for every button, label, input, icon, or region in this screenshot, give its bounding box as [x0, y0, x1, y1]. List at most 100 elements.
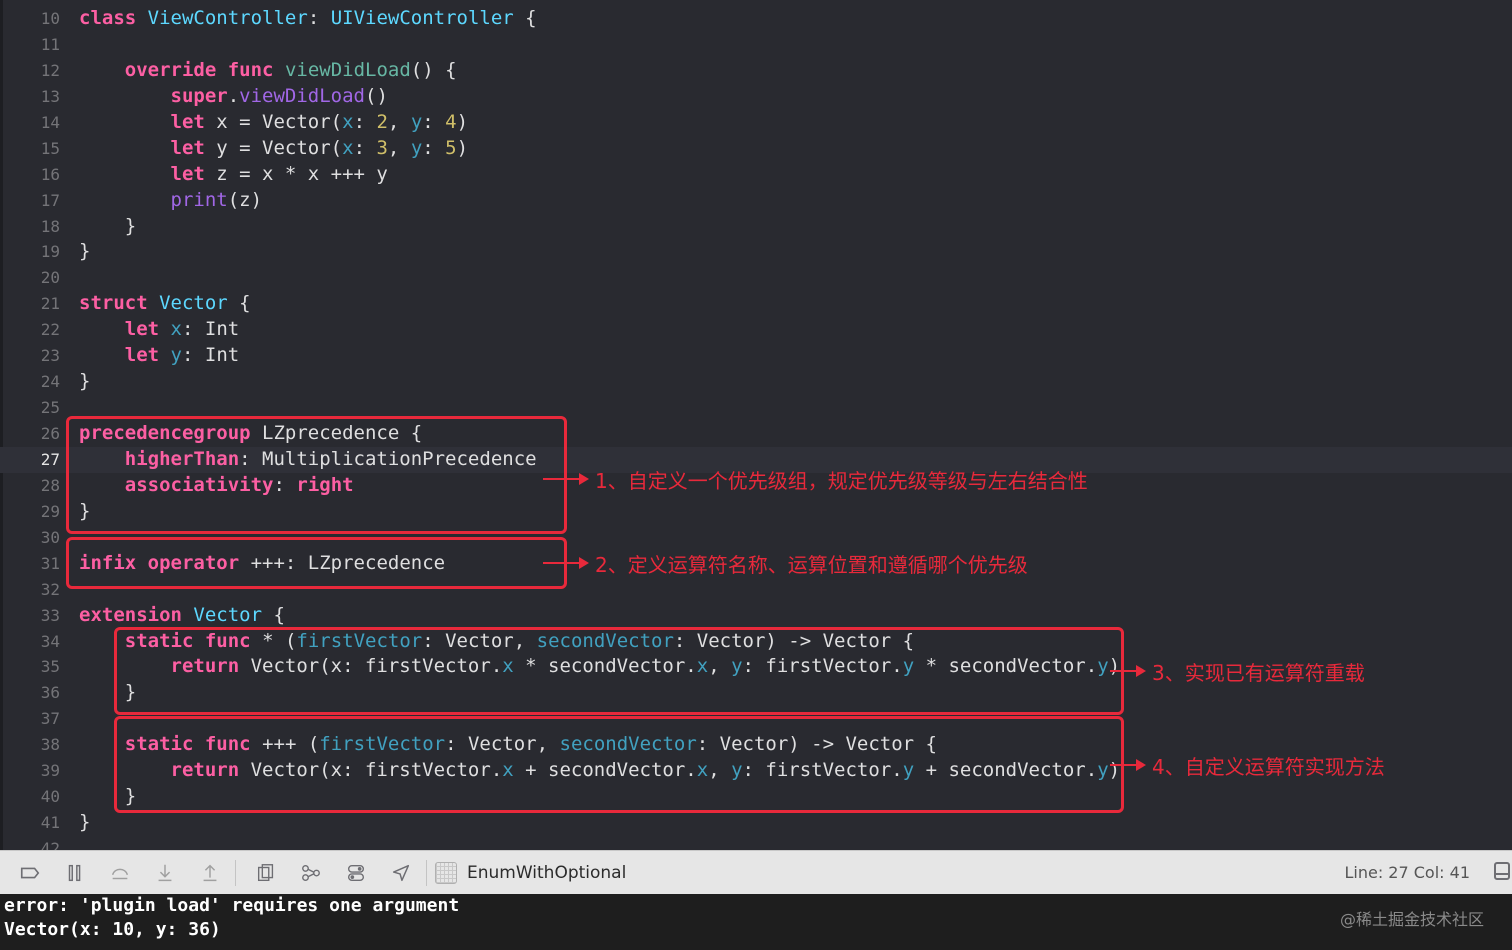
line-number: 22 — [40, 320, 60, 340]
code-token: (z) — [227, 188, 263, 211]
code-line[interactable]: 15 let y = Vector(x: 3, y: 5) — [0, 136, 1512, 162]
step-out-icon[interactable] — [195, 858, 225, 888]
line-source: struct Vector { — [79, 291, 251, 317]
code-token: } — [79, 811, 91, 834]
memory-graph-icon[interactable] — [296, 858, 326, 888]
highlight-box-custom-operator-impl — [114, 716, 1124, 813]
line-number: 12 — [40, 60, 60, 80]
line-number: 23 — [40, 346, 60, 366]
code-token: ) — [456, 110, 469, 133]
code-line[interactable]: 24} — [0, 369, 1512, 395]
code-token: } — [79, 214, 137, 237]
code-token: . — [227, 84, 240, 107]
line-number: 16 — [40, 164, 60, 184]
code-token: let — [170, 136, 205, 159]
arrow-icon — [543, 473, 589, 485]
code-line[interactable]: 41} — [0, 810, 1512, 836]
code-editor[interactable]: 10 class ViewController: UIViewController… — [0, 0, 1512, 850]
code-line[interactable]: 13 super.viewDidLoad() — [0, 84, 1512, 110]
line-number: 35 — [40, 657, 60, 677]
code-token: struct — [79, 292, 148, 315]
line-source: } — [79, 239, 90, 265]
debug-bar: EnumWithOptional Line: 27 Col: 41 — [0, 850, 1512, 894]
step-into-icon[interactable] — [150, 858, 180, 888]
code-token: x — [342, 136, 354, 159]
code-line[interactable]: 10 class ViewController: UIViewController… — [0, 6, 1512, 32]
line-number: 24 — [40, 372, 60, 392]
line-source: extension Vector { — [79, 603, 285, 629]
code-token: x = Vector( — [204, 110, 343, 133]
annotation-1: 1、自定义一个优先级组，规定优先级等级与左右结合性 — [543, 466, 1088, 493]
annotation-3-text: 3、实现已有运算符重载 — [1152, 660, 1365, 685]
code-token: } — [79, 240, 91, 263]
line-source: } — [79, 369, 90, 395]
code-token: Vector — [193, 603, 263, 626]
code-token: extension — [79, 603, 182, 626]
pause-icon[interactable] — [60, 858, 90, 888]
code-line[interactable]: 12 override func viewDidLoad() { — [0, 58, 1512, 84]
target-selector[interactable]: EnumWithOptional — [435, 861, 627, 884]
arrow-icon — [1110, 759, 1146, 771]
code-line[interactable]: 18 } — [0, 214, 1512, 240]
code-token: () — [365, 84, 388, 107]
line-number: 17 — [40, 190, 60, 210]
code-token: y — [410, 110, 423, 133]
code-token: override — [124, 58, 217, 81]
console-output[interactable]: error: 'plugin load' requires one argume… — [0, 894, 1512, 950]
breakpoints-toggle-icon[interactable] — [15, 858, 45, 888]
code-line[interactable]: 22 let x: Int — [0, 317, 1512, 343]
annotation-2-text: 2、定义运算符名称、运算位置和遵循哪个优先级 — [595, 552, 1028, 577]
code-token: { — [513, 7, 537, 29]
line-source: print(z) — [79, 188, 263, 214]
code-line[interactable]: 23 let y: Int — [0, 343, 1512, 369]
line-source: let x: Int — [79, 317, 239, 343]
code-line[interactable]: 42 — [0, 836, 1512, 850]
annotation-1-text: 1、自定义一个优先级组，规定优先级等级与左右结合性 — [595, 468, 1088, 493]
code-line[interactable]: 21 struct Vector { — [0, 291, 1512, 317]
code-token: { — [262, 603, 285, 626]
code-line[interactable]: 17 print(z) — [0, 188, 1512, 214]
code-token: viewDidLoad — [284, 58, 411, 81]
code-token: x — [342, 110, 354, 133]
line-number: 19 — [40, 242, 60, 262]
line-number: 37 — [40, 709, 60, 729]
code-line[interactable]: 19} — [0, 239, 1512, 265]
target-name: EnumWithOptional — [467, 862, 627, 883]
environment-overrides-icon[interactable] — [341, 858, 371, 888]
line-number: 13 — [40, 86, 60, 106]
code-token: class — [79, 7, 137, 29]
code-token: UIViewController — [330, 7, 514, 29]
code-token: , — [387, 110, 411, 133]
step-over-icon[interactable] — [105, 858, 135, 888]
line-number: 42 — [40, 839, 60, 850]
line-col-indicator: Line: 27 Col: 41 — [1344, 863, 1470, 882]
code-token: 5 — [445, 136, 457, 159]
xcode-window: 10 class ViewController: UIViewController… — [0, 0, 1512, 950]
code-token: ViewController — [147, 7, 308, 29]
code-token: 4 — [445, 110, 457, 133]
code-line[interactable]: 14 let x = Vector(x: 2, y: 4) — [0, 110, 1512, 136]
line-number: 36 — [40, 683, 60, 703]
arrow-icon — [1110, 665, 1146, 677]
code-line[interactable]: 20 — [0, 265, 1512, 291]
annotation-3: 3、实现已有运算符重载 — [1110, 658, 1365, 685]
code-token: : Int — [182, 318, 240, 341]
code-line[interactable]: 11 — [0, 32, 1512, 58]
line-number: 29 — [40, 501, 60, 521]
panel-toggle-icon[interactable] — [1494, 862, 1510, 880]
line-source: let z = x * x +++ y — [79, 162, 388, 188]
line-source: } — [79, 214, 136, 240]
view-hierarchy-icon[interactable] — [251, 858, 281, 888]
code-token: z = x * x +++ y — [204, 162, 388, 185]
code-line[interactable]: 33 extension Vector { — [0, 603, 1512, 629]
line-number: 33 — [40, 605, 60, 625]
line-number: 25 — [40, 398, 60, 418]
location-icon[interactable] — [386, 858, 416, 888]
code-line[interactable]: 16 let z = x * x +++ y — [0, 162, 1512, 188]
line-source: let x = Vector(x: 2, y: 4) — [79, 110, 469, 136]
